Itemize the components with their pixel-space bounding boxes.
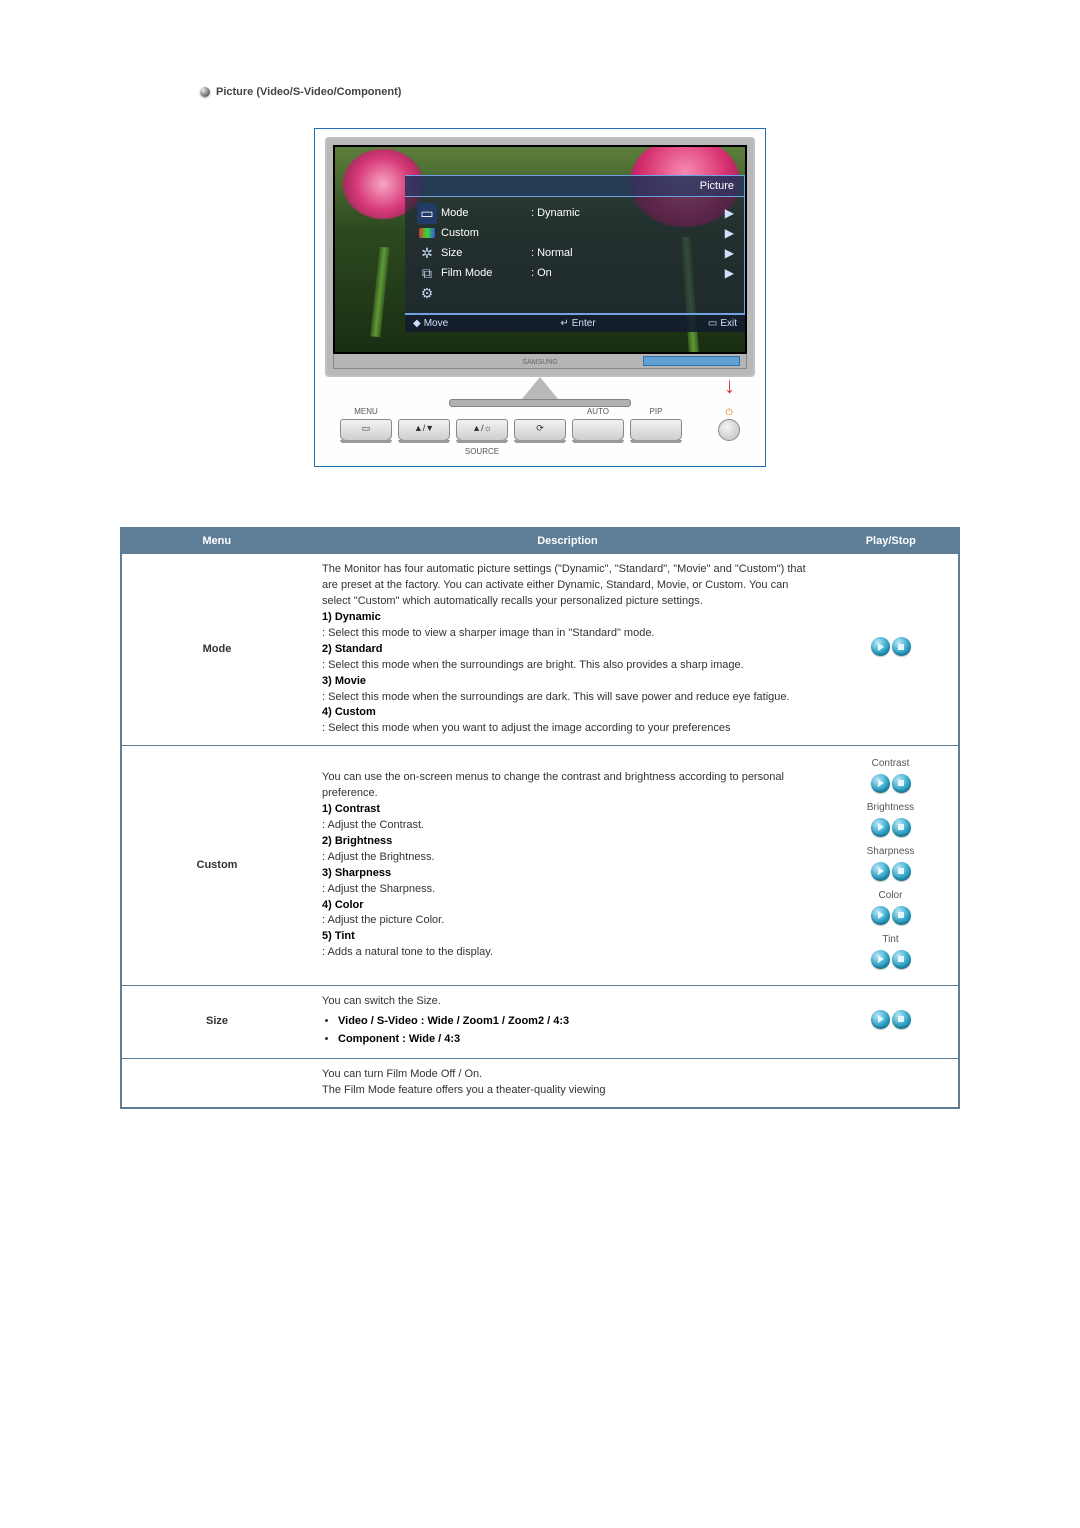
osd-sound-icon — [419, 228, 435, 238]
table-row: You can turn Film Mode Off / On.The Film… — [121, 1058, 959, 1107]
play-icon[interactable] — [871, 774, 890, 793]
col-header-menu: Menu — [121, 528, 312, 554]
stop-icon[interactable] — [892, 950, 911, 969]
osd-item-value: : On — [531, 267, 621, 279]
table-row: CustomYou can use the on-screen menus to… — [121, 746, 959, 986]
monitor-stand — [522, 377, 558, 399]
play-cell — [823, 1058, 959, 1107]
osd-info-icon: ⚙ — [421, 285, 434, 302]
osd-setup-icon: ✲ — [421, 245, 433, 262]
arrow-down-icon: ↓ — [724, 373, 735, 399]
osd-item-label: Mode — [441, 207, 531, 219]
power-icon: ⏻ — [725, 407, 732, 418]
menu-cell: Custom — [121, 746, 312, 986]
button-label: PIP — [631, 407, 681, 416]
button-label: MENU — [341, 407, 391, 416]
model-tag — [643, 356, 740, 366]
stop-icon[interactable] — [892, 774, 911, 793]
menu-cell: Mode — [121, 554, 312, 746]
osd-exit-hint: ▭ Exit — [708, 318, 737, 329]
osd-panel: Picture ▭ Mode : Dynamic ▶ — [405, 175, 745, 332]
play-label: Contrast — [833, 757, 948, 772]
brightness-button: ▲/☼ — [456, 419, 508, 441]
osd-pip-icon: ⧉ — [422, 265, 432, 282]
monitor-screen: Picture ▭ Mode : Dynamic ▶ — [333, 145, 747, 354]
play-label: Tint — [833, 933, 948, 948]
osd-item-value — [531, 227, 621, 239]
brightness-icon: ▲/☼ — [457, 423, 507, 433]
stop-icon[interactable] — [892, 1010, 911, 1029]
stop-icon[interactable] — [892, 637, 911, 656]
exit-button: ⟳ — [514, 419, 566, 441]
play-cell — [823, 554, 959, 746]
play-label: Sharpness — [833, 845, 948, 860]
osd-item-label: Film Mode — [441, 267, 531, 279]
menu-icon: ▭ — [341, 423, 391, 434]
auto-button: AUTO — [572, 419, 624, 441]
triangle-right-icon: ▶ — [718, 246, 734, 260]
description-cell: You can use the on-screen menus to chang… — [312, 746, 823, 986]
stop-icon[interactable] — [892, 906, 911, 925]
osd-title: Picture — [405, 175, 745, 197]
power-button: ⏻ — [718, 419, 740, 441]
play-icon[interactable] — [871, 862, 890, 881]
play-icon[interactable] — [871, 818, 890, 837]
monitor-frame: Picture ▭ Mode : Dynamic ▶ — [325, 137, 755, 377]
pip-button: PIP — [630, 419, 682, 441]
stop-icon[interactable] — [892, 862, 911, 881]
monitor-bezel: SAMSUNG — [333, 354, 747, 369]
osd-picture-icon: ▭ — [417, 203, 436, 224]
play-label: Brightness — [833, 801, 948, 816]
osd-item-label: Custom — [441, 227, 531, 239]
button-label: AUTO — [573, 407, 623, 416]
monitor-stand-base — [449, 399, 631, 407]
nav-icon: ▲/▼ — [399, 423, 449, 433]
button-row: MENU ▭ ▲/▼ ▲/☼ SOURCE ⟳ — [325, 419, 755, 456]
osd-footer: ◆Move ↵Enter ▭ Exit — [405, 314, 745, 332]
play-cell: Contrast Brightness Sharpness Color Tint — [823, 746, 959, 986]
menu-button: MENU ▭ — [340, 419, 392, 441]
osd-item-value: : Normal — [531, 247, 621, 259]
menu-cell: Size — [121, 986, 312, 1059]
play-icon[interactable] — [871, 637, 890, 656]
illustration-container: Picture ▭ Mode : Dynamic ▶ — [314, 128, 766, 467]
button-sublabel: SOURCE — [456, 447, 508, 456]
triangle-right-icon: ▶ — [718, 206, 734, 220]
table-row: ModeThe Monitor has four automatic pictu… — [121, 554, 959, 746]
stem-graphic — [370, 247, 389, 338]
brand-logo: SAMSUNG — [522, 359, 557, 366]
section-heading: Picture (Video/S-Video/Component) — [200, 86, 960, 98]
exit-icon: ⟳ — [515, 423, 565, 434]
col-header-description: Description — [312, 528, 823, 554]
play-cell — [823, 986, 959, 1059]
play-icon[interactable] — [871, 950, 890, 969]
triangle-right-icon: ▶ — [718, 266, 734, 280]
play-label: Color — [833, 889, 948, 904]
description-cell: You can switch the Size.Video / S-Video … — [312, 986, 823, 1059]
osd-item-value: : Dynamic — [531, 207, 621, 219]
nav-button: ▲/▼ — [398, 419, 450, 441]
settings-table: Menu Description Play/Stop ModeThe Monit… — [120, 527, 960, 1109]
col-header-play: Play/Stop — [823, 528, 959, 554]
triangle-right-icon: ▶ — [718, 226, 734, 240]
menu-cell — [121, 1058, 312, 1107]
play-icon[interactable] — [871, 1010, 890, 1029]
description-cell: The Monitor has four automatic picture s… — [312, 554, 823, 746]
osd-enter-hint: ↵Enter — [560, 318, 595, 329]
table-row: SizeYou can switch the Size.Video / S-Vi… — [121, 986, 959, 1059]
heading-text: Picture (Video/S-Video/Component) — [216, 86, 401, 98]
bullet-icon — [200, 87, 210, 97]
play-icon[interactable] — [871, 906, 890, 925]
osd-move-hint: ◆Move — [413, 318, 448, 329]
description-cell: You can turn Film Mode Off / On.The Film… — [312, 1058, 823, 1107]
stop-icon[interactable] — [892, 818, 911, 837]
osd-item-label: Size — [441, 247, 531, 259]
